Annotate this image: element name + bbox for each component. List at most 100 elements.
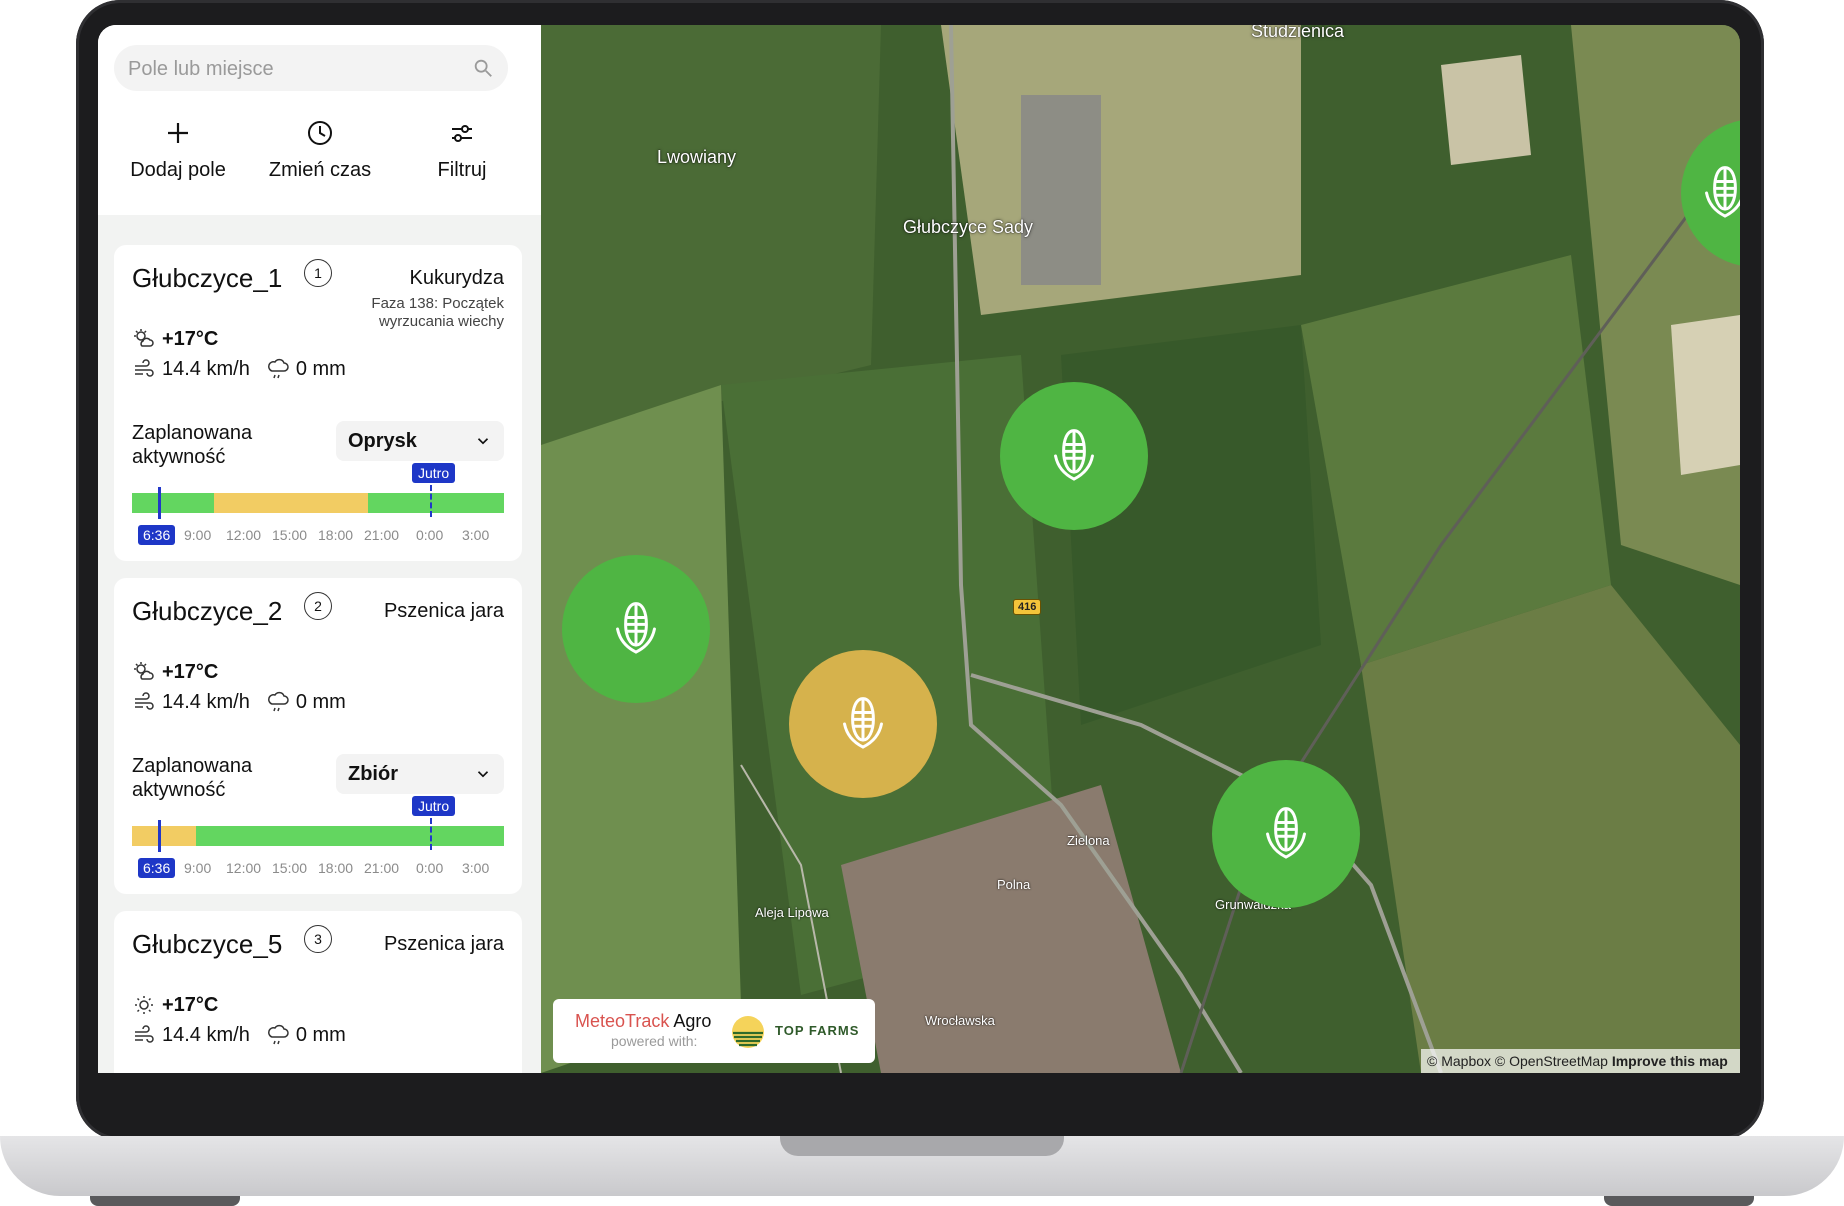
partner-name: TOP FARMS bbox=[775, 1023, 860, 1038]
tomorrow-badge: Jutro bbox=[412, 463, 456, 483]
temperature-value: +17°C bbox=[162, 993, 219, 1016]
field-marker[interactable] bbox=[1212, 760, 1360, 908]
tick-label: 12:00 bbox=[226, 527, 262, 543]
timeline-ticks: 9:00 12:00 15:00 18:00 21:00 0:00 3:00 bbox=[132, 860, 512, 880]
rain-value: 0 mm bbox=[295, 1023, 346, 1046]
field-card[interactable]: Głubczyce_1 1 Kukurydza Faza 138: Począt… bbox=[114, 245, 522, 561]
crop-name: Kukurydza bbox=[409, 267, 505, 289]
search-input[interactable] bbox=[126, 45, 450, 93]
timeline-segment-good bbox=[132, 493, 214, 513]
sunny-icon bbox=[135, 996, 153, 1014]
filter-label: Filtruj bbox=[437, 159, 487, 181]
app-screen: Dodaj pole Zmień czas Filtruj Głubczyce_… bbox=[98, 25, 1740, 1073]
brand-name-colored: MeteoTrack bbox=[575, 1011, 670, 1031]
top-farms-logo-icon bbox=[732, 1016, 764, 1048]
temperature-value: +17°C bbox=[162, 327, 219, 350]
activity-value: Oprysk bbox=[348, 429, 417, 452]
tick-label: 12:00 bbox=[226, 860, 262, 876]
place-label: Studzienica bbox=[1251, 25, 1345, 41]
wind-rain-row: 14.4 km/h 0 mm bbox=[132, 1023, 346, 1047]
wind-icon bbox=[135, 692, 154, 710]
filter-button[interactable]: Filtruj bbox=[392, 117, 532, 182]
satellite-map[interactable]: Studzienica Lwowiany Głubczyce Sady Ziel… bbox=[541, 25, 1740, 1073]
wind-value: 14.4 km/h bbox=[162, 1023, 250, 1046]
tick-label: 15:00 bbox=[272, 527, 308, 543]
field-number-badge: 1 bbox=[304, 259, 332, 287]
field-name: Głubczyce_1 bbox=[132, 263, 283, 293]
wind-rain-row: 14.4 km/h 0 mm bbox=[132, 690, 346, 714]
chevron-down-icon bbox=[477, 438, 489, 445]
partly-sunny-icon bbox=[134, 329, 154, 347]
tick-label: 18:00 bbox=[318, 860, 354, 876]
activity-select[interactable]: Oprysk bbox=[336, 421, 504, 461]
place-label: Głubczyce Sady bbox=[903, 217, 1034, 237]
field-marker[interactable] bbox=[789, 650, 937, 798]
field-name: Głubczyce_2 bbox=[132, 596, 283, 626]
change-time-button[interactable]: Zmień czas bbox=[250, 117, 390, 182]
tick-label: 0:00 bbox=[416, 860, 444, 876]
field-card[interactable]: Głubczyce_5 3 Pszenica jara +17°C 14.4 k… bbox=[114, 911, 522, 1073]
laptop-foot bbox=[90, 1196, 240, 1206]
field-number-badge: 3 bbox=[304, 925, 332, 953]
crop-phase: Faza 138: Początek wyrzucania wiechy bbox=[371, 295, 504, 330]
activity-label: Zaplanowana aktywność bbox=[132, 755, 253, 801]
field-number-badge: 2 bbox=[304, 592, 332, 620]
tick-label: 9:00 bbox=[184, 860, 212, 876]
plus-icon bbox=[168, 123, 188, 143]
road-shield: 416 bbox=[1013, 599, 1042, 615]
rain-value: 0 mm bbox=[295, 357, 346, 380]
search-icon[interactable] bbox=[472, 57, 494, 79]
laptop-foot bbox=[1604, 1196, 1754, 1206]
search-bar[interactable] bbox=[114, 45, 508, 93]
tick-label: 3:00 bbox=[462, 860, 490, 876]
field-marker[interactable] bbox=[1000, 382, 1148, 530]
timeline-segment-warning bbox=[214, 493, 368, 513]
road-label: Aleja Lipowa bbox=[755, 905, 829, 920]
brand-powered: powered with: bbox=[611, 1033, 698, 1049]
timeline-segment-good bbox=[368, 493, 504, 513]
now-marker[interactable] bbox=[158, 820, 161, 852]
tick-label: 0:00 bbox=[416, 527, 444, 543]
timeline-ticks: 9:00 12:00 15:00 18:00 21:00 0:00 3:00 bbox=[132, 527, 512, 547]
road-label: Wrocławska bbox=[925, 1013, 995, 1028]
corn-icon bbox=[1705, 166, 1740, 218]
map-attribution: © Mapbox © OpenStreetMap Improve this ma… bbox=[1421, 1049, 1740, 1073]
road-label: Polna bbox=[997, 877, 1031, 892]
brand-badge: MeteoTrack Agro powered with: TOP FARMS bbox=[553, 999, 875, 1063]
temperature-row: +17°C bbox=[132, 327, 218, 351]
now-marker[interactable] bbox=[158, 487, 161, 519]
add-field-label: Dodaj pole bbox=[130, 159, 226, 181]
timeline-segment-warning bbox=[132, 826, 196, 846]
activity-timeline[interactable]: Jutro bbox=[132, 463, 504, 519]
sliders-icon bbox=[452, 125, 472, 142]
clock-icon bbox=[308, 121, 332, 145]
tick-label: 3:00 bbox=[462, 527, 490, 543]
field-card[interactable]: Głubczyce_2 2 Pszenica jara +17°C 14.4 k… bbox=[114, 578, 522, 894]
chevron-down-icon bbox=[477, 771, 489, 778]
attribution-text: © Mapbox © OpenStreetMap bbox=[1427, 1053, 1608, 1069]
improve-map-link[interactable]: Improve this map bbox=[1612, 1053, 1728, 1069]
temperature-row: +17°C bbox=[132, 993, 218, 1017]
wind-icon bbox=[135, 359, 154, 377]
tomorrow-marker bbox=[430, 818, 432, 850]
crop-name: Pszenica jara bbox=[383, 600, 504, 622]
change-time-label: Zmień czas bbox=[268, 159, 372, 181]
corn-icon bbox=[1054, 429, 1094, 481]
timeline-segment-good bbox=[196, 826, 504, 846]
temperature-value: +17°C bbox=[162, 660, 219, 683]
field-marker[interactable] bbox=[562, 555, 710, 703]
add-field-button[interactable]: Dodaj pole bbox=[108, 117, 248, 182]
corn-icon bbox=[616, 602, 656, 654]
brand-title: MeteoTrack Agro bbox=[575, 1011, 711, 1032]
activity-timeline[interactable]: Jutro bbox=[132, 796, 504, 852]
partly-sunny-icon bbox=[134, 662, 154, 680]
sidebar-header: Dodaj pole Zmień czas Filtruj bbox=[98, 25, 541, 215]
activity-select[interactable]: Zbiór bbox=[336, 754, 504, 794]
tick-label: 18:00 bbox=[318, 527, 354, 543]
crop-name: Pszenica jara bbox=[383, 933, 504, 955]
tick-label: 15:00 bbox=[272, 860, 308, 876]
laptop-notch bbox=[780, 1136, 1064, 1156]
wind-value: 14.4 km/h bbox=[162, 690, 250, 713]
map-background bbox=[541, 25, 1740, 1073]
tick-label: 21:00 bbox=[364, 860, 400, 876]
